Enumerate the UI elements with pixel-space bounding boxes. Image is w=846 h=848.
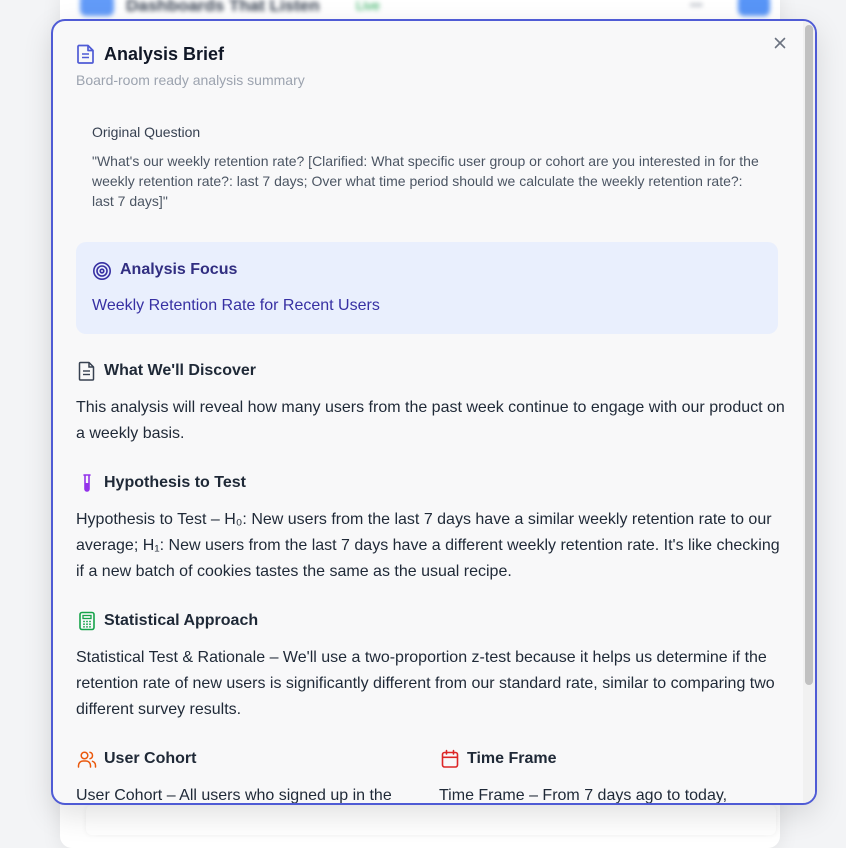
background-status: Live [356,0,380,13]
analysis-focus-value: Weekly Retention Rate for Recent Users [92,297,380,314]
background-badge [80,0,114,16]
discover-body: This analysis will reveal how many users… [76,399,785,442]
calculator-icon [79,611,95,631]
approach-title: Statistical Approach [104,612,259,629]
background-card-title: Dashboards That Listen [126,0,320,15]
hypothesis-title: Hypothesis to Test [104,474,246,491]
approach-body: Statistical Test & Rationale – We'll use… [76,649,775,718]
timeframe-title: Time Frame [467,750,557,767]
original-question-label: Original Question [92,124,201,140]
discover-title: What We'll Discover [104,362,256,379]
document-icon [78,361,95,381]
cohort-body: User Cohort – All users who signed up in… [76,787,392,804]
analysis-focus-card: Analysis Focus Weekly Retention Rate for… [76,242,778,334]
modal-title: Analysis Brief [104,44,225,64]
timeframe-body: Time Frame – From 7 days ago to today, [439,787,728,804]
calendar-icon [441,749,459,768]
analysis-brief-modal: Analysis Brief Board-room ready analysis… [51,19,817,805]
original-question-text: "What's our weekly retention rate? [Clar… [92,153,759,209]
users-icon [77,751,97,768]
background-card-header: Dashboards That Listen Live ••• [80,0,770,20]
test-tube-icon [83,474,91,492]
analysis-focus-label: Analysis Focus [120,261,238,278]
scrollbar[interactable] [803,21,815,803]
cohort-title: User Cohort [104,750,197,767]
document-icon [77,44,94,64]
hypothesis-body: Hypothesis to Test – H₀: New users from … [76,511,780,580]
target-icon [93,262,111,280]
background-meta: ••• [690,0,703,12]
modal-subtitle: Board-room ready analysis summary [76,72,305,88]
scrollbar-thumb[interactable] [805,25,813,685]
background-action-button [738,0,770,16]
background-footer [86,805,776,835]
close-icon[interactable] [772,35,788,51]
